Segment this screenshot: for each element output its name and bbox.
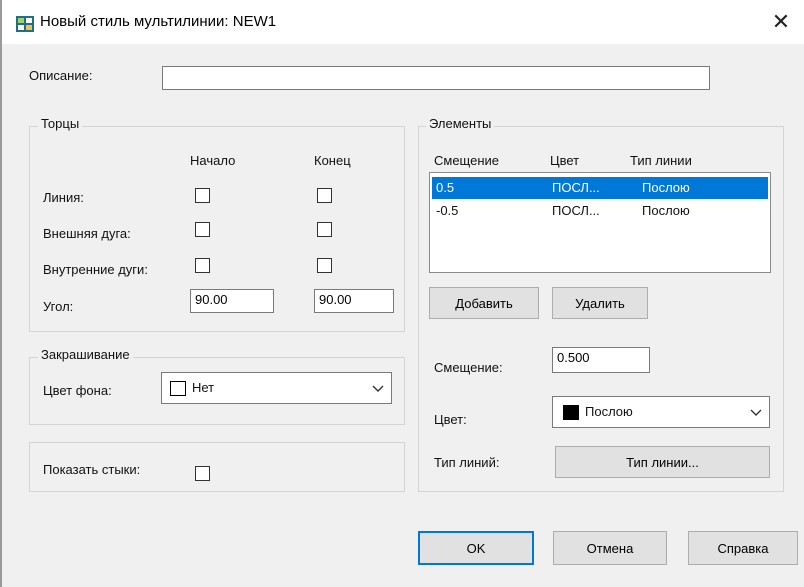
caps-inner-arcs-label: Внутренние дуги: [43,262,148,277]
elements-group-title: Элементы [426,116,495,131]
linetype-button[interactable]: Тип линии... [555,446,770,478]
cancel-button[interactable]: Отмена [553,531,667,565]
caps-col-end: Конец [314,153,351,168]
add-element-button[interactable]: Добавить [429,287,539,319]
element-offset-label: Смещение: [434,360,503,375]
fill-color-value: Нет [192,380,215,395]
caps-line-start-checkbox[interactable] [195,188,210,203]
element-color-value: Послою [585,404,633,419]
help-button[interactable]: Справка [688,531,798,565]
elements-header-offset: Смещение [434,153,500,168]
elements-list-row[interactable]: 0.5 ПОСЛ... Послою [432,177,768,199]
fill-color-swatch [170,381,186,396]
elements-list[interactable]: 0.5 ПОСЛ... Послою -0.5 ПОСЛ... Послою [429,172,771,273]
caps-outer-arc-start-checkbox[interactable] [195,222,210,237]
element-offset-input[interactable]: 0.500 [552,347,650,373]
caps-inner-arcs-end-checkbox[interactable] [317,258,332,273]
fill-color-label: Цвет фона: [43,383,112,398]
row-linetype: Послою [642,203,690,218]
caps-col-start: Начало [190,153,236,168]
caps-group-title: Торцы [38,116,83,131]
fill-group-title: Закрашивание [38,347,133,362]
caps-line-end-checkbox[interactable] [317,188,332,203]
row-offset: -0.5 [436,203,459,218]
description-input[interactable] [162,66,710,90]
title-bar: Новый стиль мультилинии: NEW1 ✕ [2,0,804,44]
caps-line-label: Линия: [43,190,84,205]
elements-header-linetype: Тип линии [630,153,692,168]
caps-inner-arcs-start-checkbox[interactable] [195,258,210,273]
element-color-dropdown[interactable]: Послою [552,396,770,428]
dialog-window: Новый стиль мультилинии: NEW1 ✕ Описание… [0,0,804,587]
chevron-down-icon [372,385,384,392]
element-linetype-label: Тип линий: [434,455,500,470]
element-color-swatch [563,405,579,420]
description-label: Описание: [29,68,93,83]
close-icon: ✕ [771,9,791,34]
caps-outer-arc-end-checkbox[interactable] [317,222,332,237]
caps-angle-label: Угол: [43,299,74,314]
close-button[interactable]: ✕ [758,0,804,44]
row-offset: 0.5 [436,180,455,195]
caps-angle-end-input[interactable]: 90.00 [314,289,394,313]
multiline-style-icon [16,16,34,32]
elements-header-color: Цвет [550,153,580,168]
row-color: ПОСЛ... [552,180,600,195]
elements-list-row[interactable]: -0.5 ПОСЛ... Послою [432,200,768,222]
caps-angle-start-input[interactable]: 90.00 [190,289,274,313]
element-color-label: Цвет: [434,412,467,427]
caps-outer-arc-label: Внешняя дуга: [43,226,131,241]
window-title: Новый стиль мультилинии: NEW1 [40,13,277,30]
row-linetype: Послою [642,180,690,195]
row-color: ПОСЛ... [552,203,600,218]
chevron-down-icon [750,409,762,416]
delete-element-button[interactable]: Удалить [552,287,648,319]
ok-button[interactable]: OK [418,531,534,565]
show-joints-label: Показать стыки: [43,462,141,477]
show-joints-checkbox[interactable] [195,466,210,481]
fill-color-dropdown[interactable]: Нет [161,372,392,404]
